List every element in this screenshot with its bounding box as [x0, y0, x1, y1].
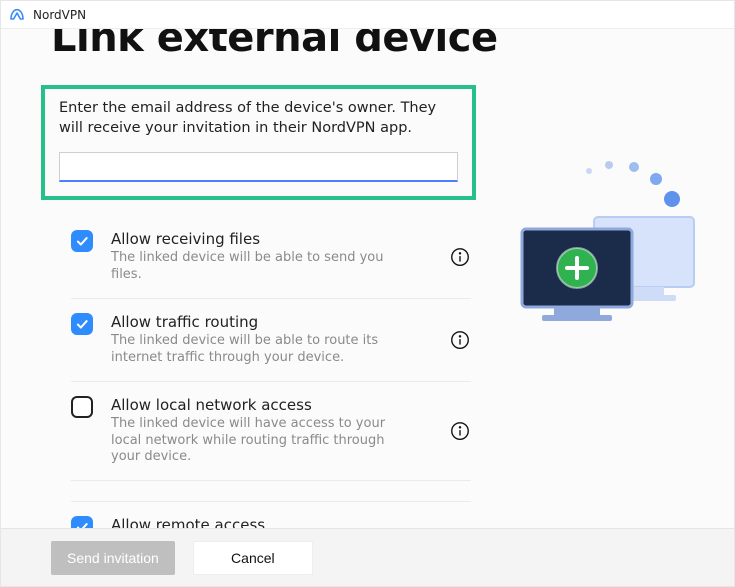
- footer-bar: Send invitation Cancel: [1, 528, 734, 586]
- cancel-button[interactable]: Cancel: [193, 541, 313, 575]
- option-text: Allow local network access The linked de…: [111, 396, 441, 467]
- checkbox-receive-files[interactable]: [71, 230, 93, 252]
- option-remote-access: Allow remote access The linked device wi…: [71, 501, 471, 528]
- option-title: Allow remote access: [111, 516, 441, 528]
- option-desc: The linked device will be able to send y…: [111, 250, 411, 284]
- checkbox-remote-access[interactable]: [71, 516, 93, 528]
- option-local-network: Allow local network access The linked de…: [71, 382, 471, 482]
- page-title: Link external device: [51, 29, 734, 61]
- checkbox-local-network[interactable]: [71, 396, 93, 418]
- email-highlight-box: Enter the email address of the device's …: [41, 85, 476, 200]
- option-desc: The linked device will be able to route …: [111, 333, 411, 367]
- send-invitation-button[interactable]: Send invitation: [51, 541, 175, 575]
- content-area: Link external device Enter the email add…: [1, 29, 734, 528]
- checkbox-traffic-routing[interactable]: [71, 313, 93, 335]
- option-text: Allow traffic routing The linked device …: [111, 313, 441, 367]
- nordvpn-logo-icon: [9, 7, 25, 23]
- option-title: Allow local network access: [111, 396, 441, 414]
- info-icon[interactable]: [449, 246, 471, 268]
- option-receive-files: Allow receiving files The linked device …: [71, 216, 471, 299]
- devices-illustration: [494, 159, 704, 359]
- option-desc: The linked device will have access to yo…: [111, 416, 411, 467]
- option-text: Allow remote access The linked device wi…: [111, 516, 441, 528]
- option-title: Allow traffic routing: [111, 313, 441, 331]
- options-list: Allow receiving files The linked device …: [71, 216, 471, 528]
- info-icon[interactable]: [449, 329, 471, 351]
- email-prompt-text: Enter the email address of the device's …: [59, 99, 458, 138]
- option-title: Allow receiving files: [111, 230, 441, 248]
- app-name: NordVPN: [33, 8, 86, 22]
- option-text: Allow receiving files The linked device …: [111, 230, 441, 284]
- app-window: NordVPN Link external device Enter the e…: [0, 0, 735, 587]
- info-icon[interactable]: [449, 420, 471, 442]
- email-input[interactable]: [59, 152, 458, 182]
- titlebar: NordVPN: [1, 1, 734, 29]
- option-traffic-routing: Allow traffic routing The linked device …: [71, 299, 471, 382]
